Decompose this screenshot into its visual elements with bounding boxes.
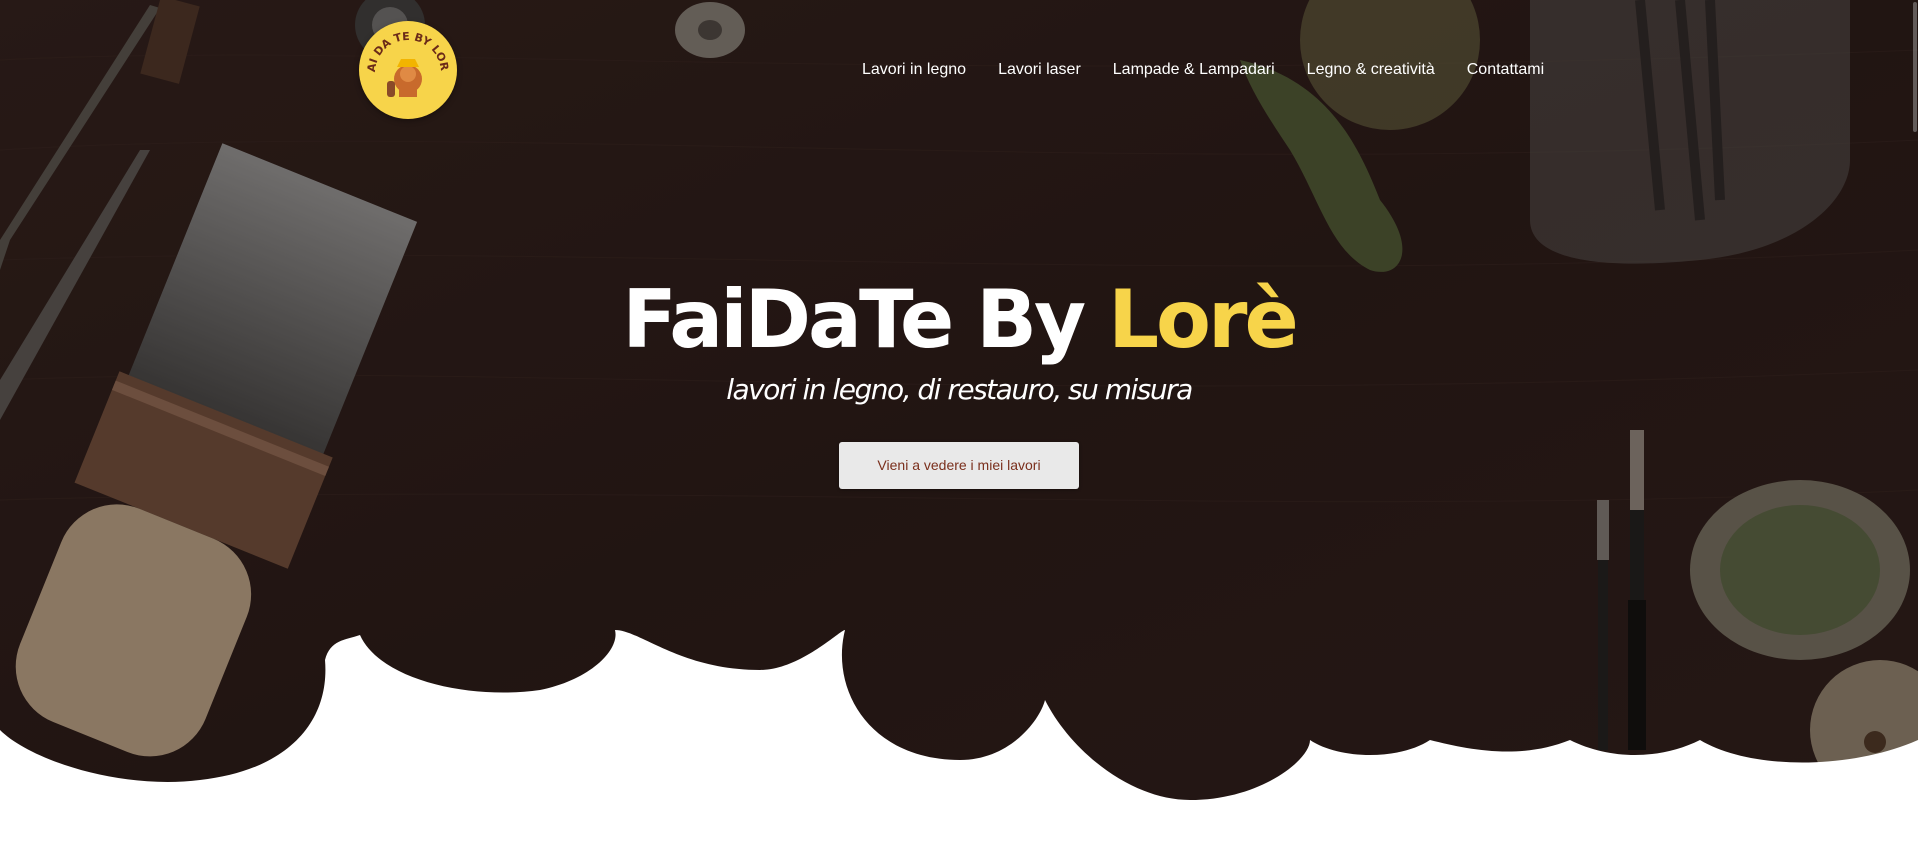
nav-item-lavori-in-legno[interactable]: Lavori in legno: [862, 58, 982, 82]
cta-view-works-button[interactable]: Vieni a vedere i miei lavori: [839, 442, 1079, 489]
page-scrollbar[interactable]: [1912, 0, 1918, 140]
main-navbar: FAI DA TE BY LORÈ Lavori in legno Lavori…: [0, 0, 1918, 140]
hero-title: FaiDaTe By Lorè: [0, 270, 1918, 370]
nav-item-legno-creativita[interactable]: Legno & creatività: [1291, 58, 1451, 82]
primary-nav: Lavori in legno Lavori laser Lampade & L…: [862, 58, 1560, 82]
hero-title-main: FaiDaTe By: [622, 273, 1109, 366]
site-logo[interactable]: FAI DA TE BY LORÈ: [359, 21, 457, 119]
hero-title-accent: Lorè: [1108, 273, 1299, 366]
nav-item-lavori-laser[interactable]: Lavori laser: [982, 58, 1097, 82]
beaver-logo-icon: FAI DA TE BY LORÈ: [359, 21, 456, 118]
nav-item-contattami[interactable]: Contattami: [1451, 58, 1560, 82]
scrollbar-thumb[interactable]: [1913, 2, 1917, 132]
hero-content: FaiDaTe By Lorè lavori in legno, di rest…: [0, 270, 1918, 489]
hero-section: FAI DA TE BY LORÈ Lavori in legno Lavori…: [0, 0, 1918, 856]
nav-item-lampade[interactable]: Lampade & Lampadari: [1097, 58, 1291, 82]
hero-subtitle: lavori in legno, di restauro, su misura: [726, 373, 1193, 406]
